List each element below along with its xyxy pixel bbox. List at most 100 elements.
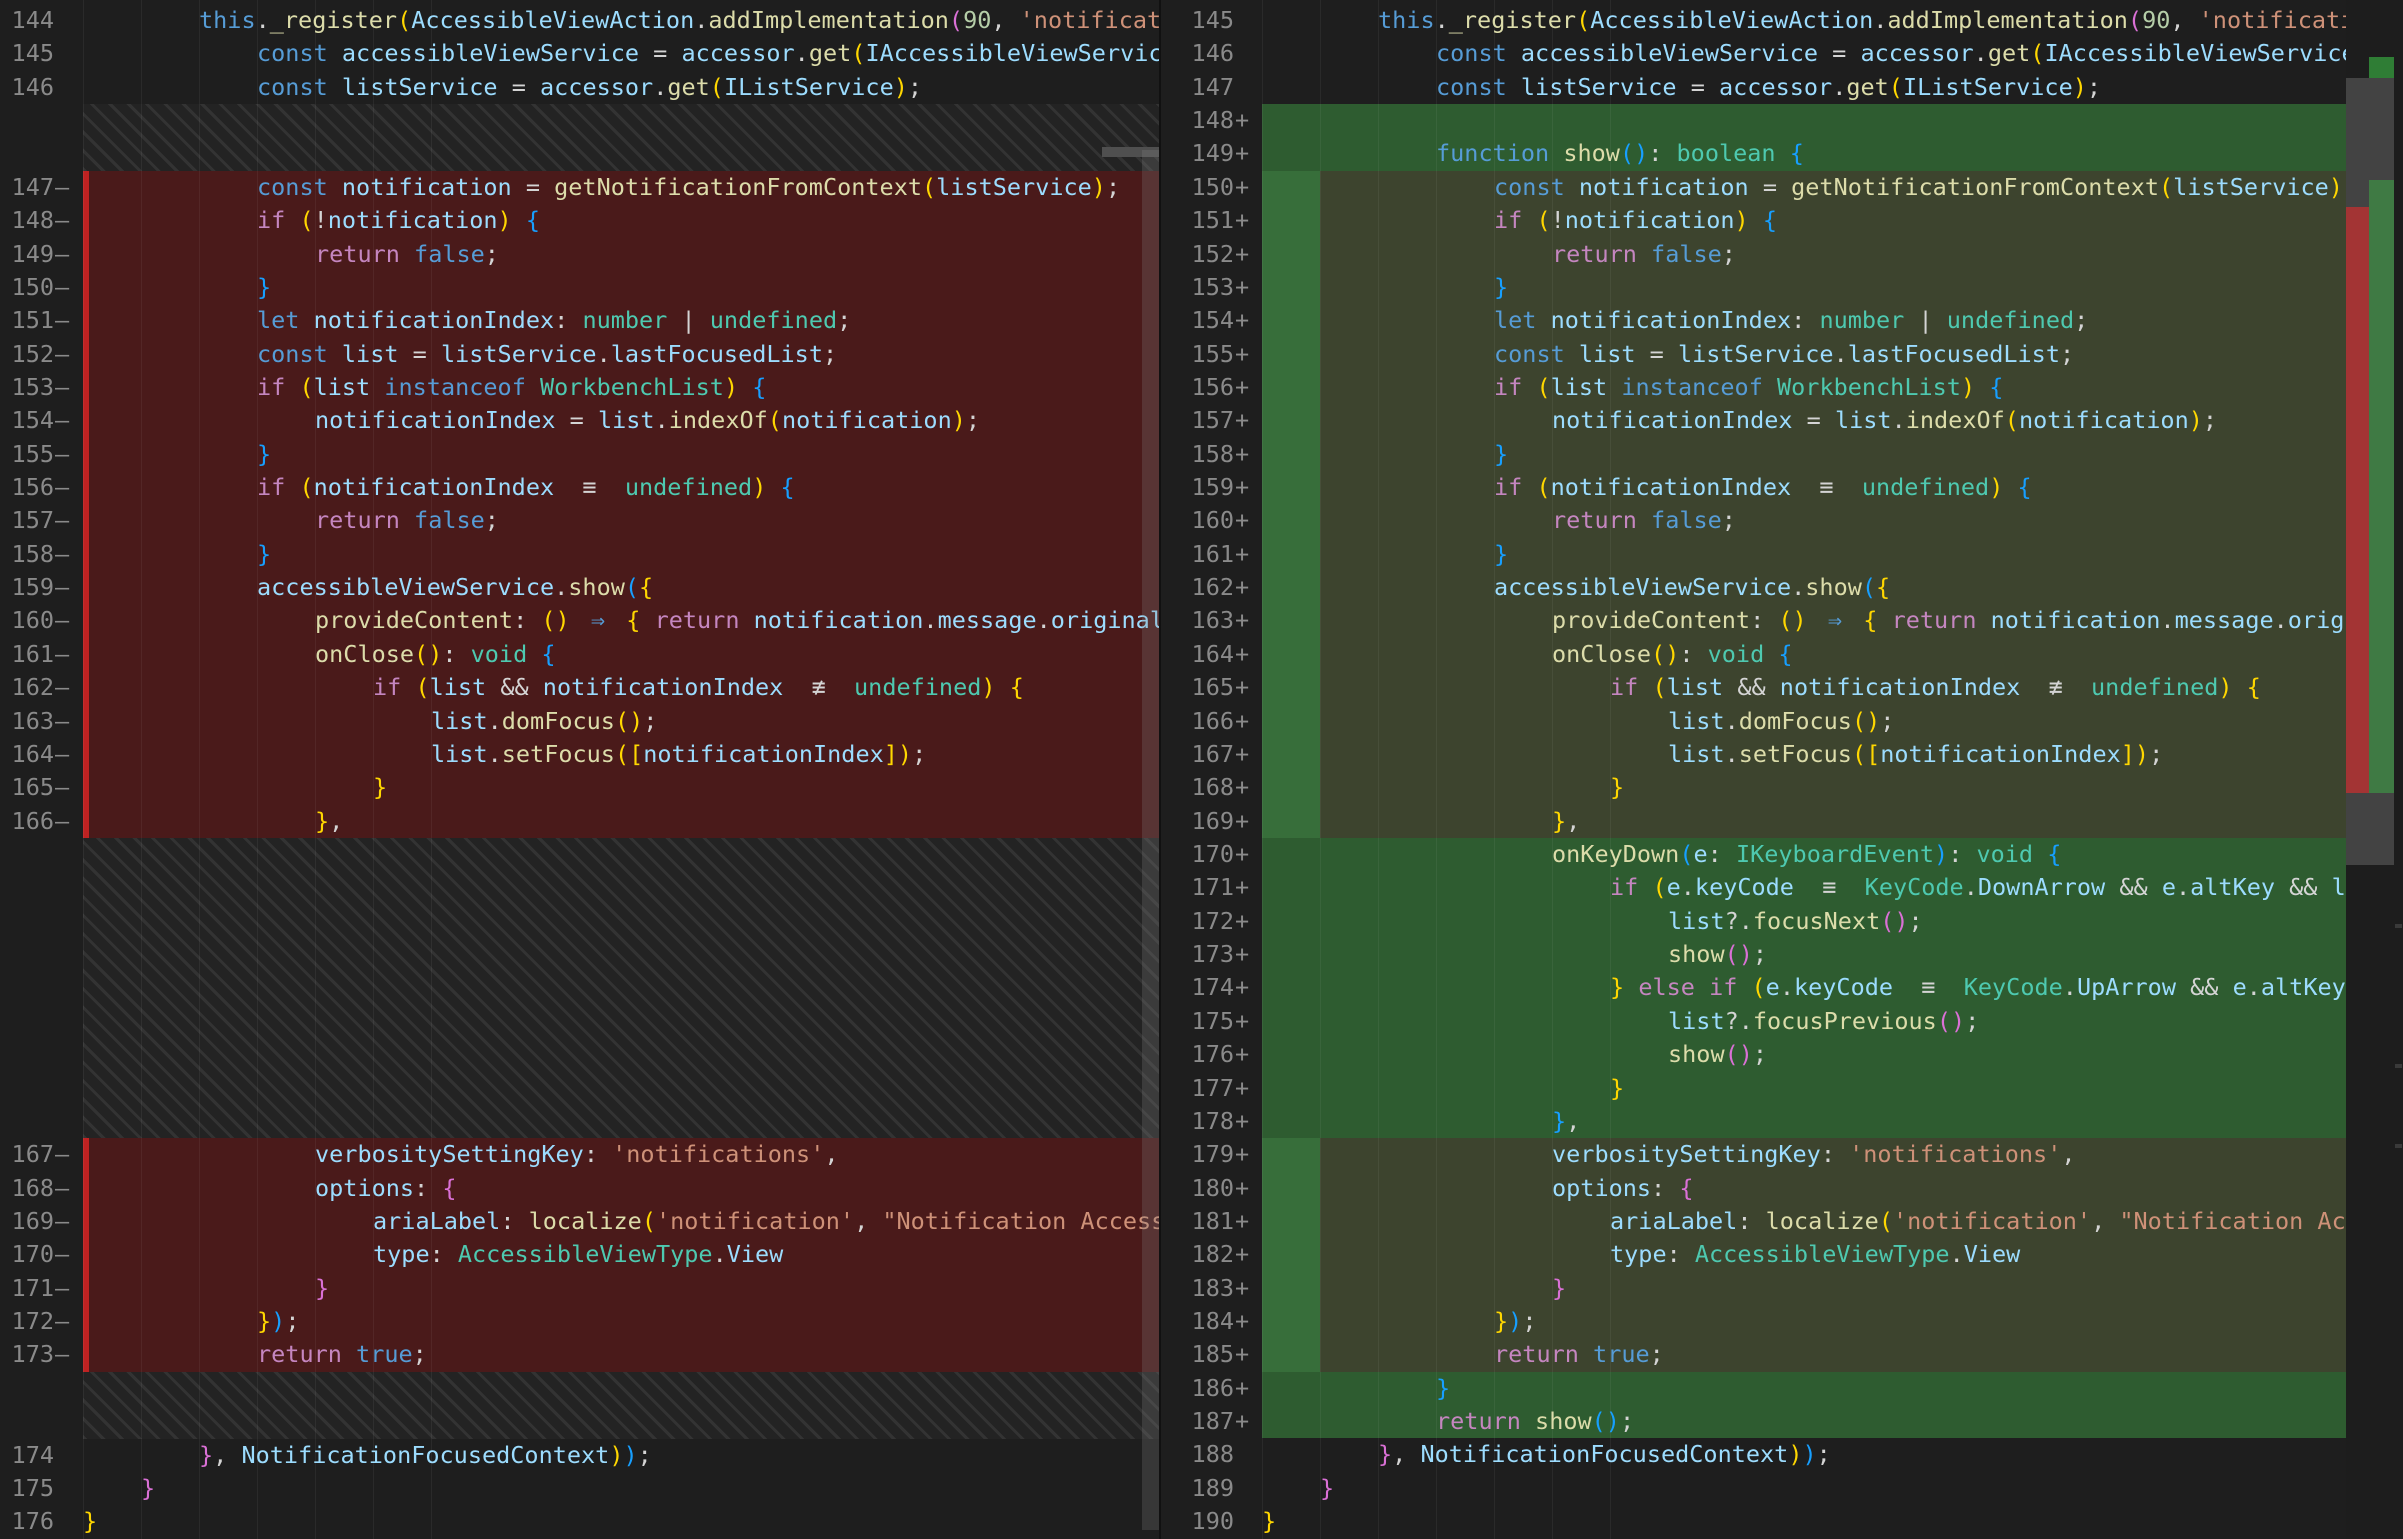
code-content[interactable]: provideContent: () ⇒ { return notificati…: [1262, 604, 2403, 637]
code-content[interactable]: onKeyDown(e: IKeyboardEvent): void {: [1262, 838, 2403, 871]
code-content[interactable]: }: [1262, 271, 2403, 304]
code-content[interactable]: }: [83, 1472, 1159, 1505]
code-line: 189}: [1161, 1472, 2403, 1505]
code-content[interactable]: const listService = accessor.get(IListSe…: [83, 71, 1159, 104]
code-content[interactable]: }: [83, 438, 1159, 471]
gutter: 190: [1161, 1505, 1262, 1538]
code-content[interactable]: if (list instanceof WorkbenchList) {: [83, 371, 1159, 404]
code-content[interactable]: let notificationIndex: number | undefine…: [83, 304, 1159, 337]
code-content[interactable]: list.setFocus([notificationIndex]);: [83, 738, 1159, 771]
code-content[interactable]: }: [1262, 771, 2403, 804]
code-content[interactable]: this._register(AccessibleViewAction.addI…: [1262, 4, 2403, 37]
code-content[interactable]: },: [83, 805, 1159, 838]
code-content[interactable]: function show(): boolean {: [1262, 137, 2403, 170]
left-scrollbar-slider[interactable]: [1142, 150, 1159, 1530]
code-content[interactable]: return false;: [83, 238, 1159, 271]
code-text: this._register(AccessibleViewAction.addI…: [1378, 4, 2403, 37]
code-content[interactable]: }: [83, 1505, 1159, 1538]
code-content[interactable]: }: [1262, 538, 2403, 571]
code-content[interactable]: if (e.keyCode ≡ KeyCode.DownArrow && e.a…: [1262, 871, 2403, 904]
code-content[interactable]: list.setFocus([notificationIndex]);: [1262, 738, 2403, 771]
code-content[interactable]: ariaLabel: localize('notification', "Not…: [1262, 1205, 2403, 1238]
code-content[interactable]: this._register(AccessibleViewAction.addI…: [83, 4, 1159, 37]
code-content[interactable]: const accessibleViewService = accessor.g…: [1262, 37, 2403, 70]
code-content[interactable]: const list = listService.lastFocusedList…: [1262, 338, 2403, 371]
code-content[interactable]: }: [1262, 1505, 2403, 1538]
code-content[interactable]: list.domFocus();: [1262, 705, 2403, 738]
code-content[interactable]: if (list instanceof WorkbenchList) {: [1262, 371, 2403, 404]
code-content[interactable]: }, NotificationFocusedContext));: [83, 1439, 1159, 1472]
code-content[interactable]: [83, 1372, 1159, 1439]
code-content[interactable]: notificationIndex = list.indexOf(notific…: [1262, 404, 2403, 437]
code-content[interactable]: onClose(): void {: [83, 638, 1159, 671]
code-content[interactable]: },: [1262, 805, 2403, 838]
gutter: 171–: [0, 1272, 83, 1305]
code-content[interactable]: ariaLabel: localize('notification', "Not…: [83, 1205, 1159, 1238]
code-content[interactable]: if (notificationIndex ≡ undefined) {: [83, 471, 1159, 504]
code-content[interactable]: list?.focusNext();: [1262, 905, 2403, 938]
code-content[interactable]: if (!notification) {: [83, 204, 1159, 237]
code-content[interactable]: notificationIndex = list.indexOf(notific…: [83, 404, 1159, 437]
gutter: 166+: [1161, 705, 1262, 738]
line-marker: [1234, 4, 1262, 37]
code-content[interactable]: }: [83, 271, 1159, 304]
code-content[interactable]: }: [83, 771, 1159, 804]
code-line: 176}: [0, 1505, 1159, 1538]
code-content[interactable]: } else if (e.keyCode ≡ KeyCode.UpArrow &…: [1262, 971, 2403, 1004]
code-content[interactable]: list?.focusPrevious();: [1262, 1005, 2403, 1038]
code-content[interactable]: }: [1262, 1272, 2403, 1305]
code-content[interactable]: type: AccessibleViewType.View: [83, 1238, 1159, 1271]
code-line: 148+: [1161, 104, 2403, 137]
code-content[interactable]: provideContent: () ⇒ { return notificati…: [83, 604, 1159, 637]
code-content[interactable]: options: {: [83, 1172, 1159, 1205]
code-content[interactable]: list.domFocus();: [83, 705, 1159, 738]
code-content[interactable]: if (list && notificationIndex ≢ undefine…: [1262, 671, 2403, 704]
code-line: 162–if (list && notificationIndex ≢ unde…: [0, 671, 1159, 704]
modified-editor-pane[interactable]: 145this._register(AccessibleViewAction.a…: [1161, 0, 2403, 1539]
code-content[interactable]: [83, 104, 1159, 171]
code-text: const list = listService.lastFocusedList…: [1494, 338, 2074, 371]
code-content[interactable]: show();: [1262, 1038, 2403, 1071]
code-content[interactable]: const notification = getNotificationFrom…: [1262, 171, 2403, 204]
code-content[interactable]: return false;: [1262, 238, 2403, 271]
code-content[interactable]: verbositySettingKey: 'notifications',: [1262, 1138, 2403, 1171]
code-content[interactable]: const listService = accessor.get(IListSe…: [1262, 71, 2403, 104]
code-content[interactable]: return false;: [1262, 504, 2403, 537]
code-content[interactable]: const notification = getNotificationFrom…: [83, 171, 1159, 204]
code-content[interactable]: [1262, 104, 2403, 137]
code-content[interactable]: const list = listService.lastFocusedList…: [83, 338, 1159, 371]
code-content[interactable]: if (notificationIndex ≡ undefined) {: [1262, 471, 2403, 504]
code-content[interactable]: if (list && notificationIndex ≢ undefine…: [83, 671, 1159, 704]
code-content[interactable]: verbositySettingKey: 'notifications',: [83, 1138, 1159, 1171]
code-content[interactable]: }: [1262, 1072, 2403, 1105]
code-content[interactable]: options: {: [1262, 1172, 2403, 1205]
code-content[interactable]: let notificationIndex: number | undefine…: [1262, 304, 2403, 337]
code-content[interactable]: }, NotificationFocusedContext));: [1262, 1438, 2403, 1471]
code-content[interactable]: show();: [1262, 938, 2403, 971]
code-content[interactable]: },: [1262, 1105, 2403, 1138]
code-content[interactable]: }: [1262, 1472, 2403, 1505]
code-content[interactable]: }: [1262, 1372, 2403, 1405]
code-content[interactable]: type: AccessibleViewType.View: [1262, 1238, 2403, 1271]
code-content[interactable]: }: [83, 1272, 1159, 1305]
code-line: 180+options: {: [1161, 1172, 2403, 1205]
code-content[interactable]: const accessibleViewService = accessor.g…: [83, 37, 1159, 70]
code-content[interactable]: onClose(): void {: [1262, 638, 2403, 671]
code-content[interactable]: });: [83, 1305, 1159, 1338]
code-content[interactable]: return show();: [1262, 1405, 2403, 1438]
code-text: }: [257, 438, 271, 471]
code-content[interactable]: return true;: [1262, 1338, 2403, 1371]
original-editor-pane[interactable]: 144this._register(AccessibleViewAction.a…: [0, 0, 1161, 1539]
deleted-line-marker: –: [54, 671, 83, 704]
deleted-line-marker: –: [54, 438, 83, 471]
code-text: return true;: [257, 1338, 427, 1371]
code-content[interactable]: [83, 838, 1159, 1138]
code-content[interactable]: });: [1262, 1305, 2403, 1338]
code-content[interactable]: return false;: [83, 504, 1159, 537]
code-content[interactable]: }: [83, 538, 1159, 571]
code-content[interactable]: accessibleViewService.show({: [83, 571, 1159, 604]
code-content[interactable]: }: [1262, 438, 2403, 471]
code-content[interactable]: return true;: [83, 1338, 1159, 1371]
code-content[interactable]: if (!notification) {: [1262, 204, 2403, 237]
code-content[interactable]: accessibleViewService.show({: [1262, 571, 2403, 604]
